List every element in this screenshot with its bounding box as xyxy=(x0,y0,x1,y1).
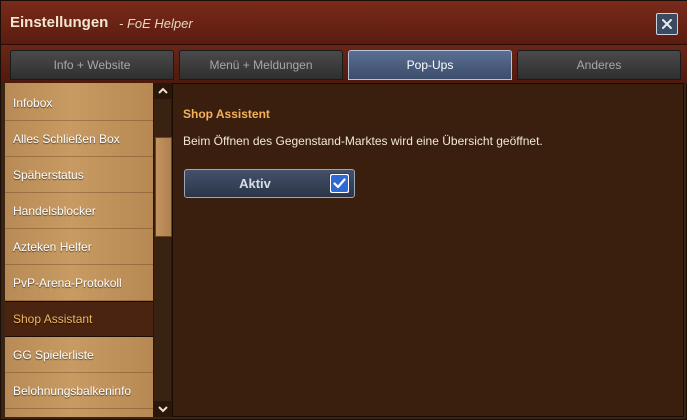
sidebar-item-spaeherstatus[interactable]: Späherstatus xyxy=(5,157,153,193)
close-button[interactable] xyxy=(656,13,678,35)
scroll-up-button[interactable] xyxy=(153,83,172,99)
sidebar-item-handelsblocker[interactable]: Handelsblocker xyxy=(5,193,153,229)
chevron-up-icon xyxy=(157,87,168,94)
sidebar-item-infobox[interactable]: Infobox xyxy=(5,85,153,121)
checkbox-fill xyxy=(331,175,348,192)
aktiv-toggle-button[interactable]: Aktiv xyxy=(184,169,355,198)
window-subtitle: - FoE Helper xyxy=(119,16,193,31)
settings-panel: Shop Assistent Beim Öffnen des Gegenstan… xyxy=(172,83,684,417)
scroll-down-button[interactable] xyxy=(153,401,172,417)
toggle-label: Aktiv xyxy=(239,176,271,191)
tab-pop-ups[interactable]: Pop-Ups xyxy=(348,50,512,80)
scroll-track[interactable] xyxy=(154,99,172,401)
section-title: Shop Assistent xyxy=(183,107,270,121)
sidebar-item-belohnungsbalkeninfo[interactable]: Belohnungsbalkeninfo xyxy=(5,373,153,409)
tab-menu-meldungen[interactable]: Menü + Meldungen xyxy=(179,50,343,80)
sidebar-scrollbar[interactable] xyxy=(153,83,172,417)
sidebar-item-gg-spielerliste[interactable]: GG Spielerliste xyxy=(5,337,153,373)
close-icon xyxy=(662,19,672,29)
sidebar-item-alles-schliessen-box[interactable]: Alles Schließen Box xyxy=(5,121,153,157)
sidebar: Infobox Alles Schließen Box Späherstatus… xyxy=(5,83,172,417)
aktiv-checkbox[interactable] xyxy=(329,173,350,194)
title-bar: Einstellungen - FoE Helper xyxy=(1,1,687,45)
tab-bar: Info + Website Menü + Meldungen Pop-Ups … xyxy=(1,45,687,83)
section-description: Beim Öffnen des Gegenstand-Marktes wird … xyxy=(183,134,543,148)
sidebar-item-azteken-helfer[interactable]: Azteken Helfer xyxy=(5,229,153,265)
settings-window: Einstellungen - FoE Helper Info + Websit… xyxy=(0,0,687,420)
tab-anderes[interactable]: Anderes xyxy=(517,50,681,80)
window-title: Einstellungen xyxy=(10,14,109,31)
scroll-thumb[interactable] xyxy=(155,137,172,237)
sidebar-item-shop-assistant[interactable]: Shop Assistant xyxy=(5,301,153,337)
tab-info-website[interactable]: Info + Website xyxy=(10,50,174,80)
checkmark-icon xyxy=(333,178,346,189)
chevron-down-icon xyxy=(157,406,168,413)
sidebar-item-pvp-arena-protokoll[interactable]: PvP-Arena-Protokoll xyxy=(5,265,153,301)
